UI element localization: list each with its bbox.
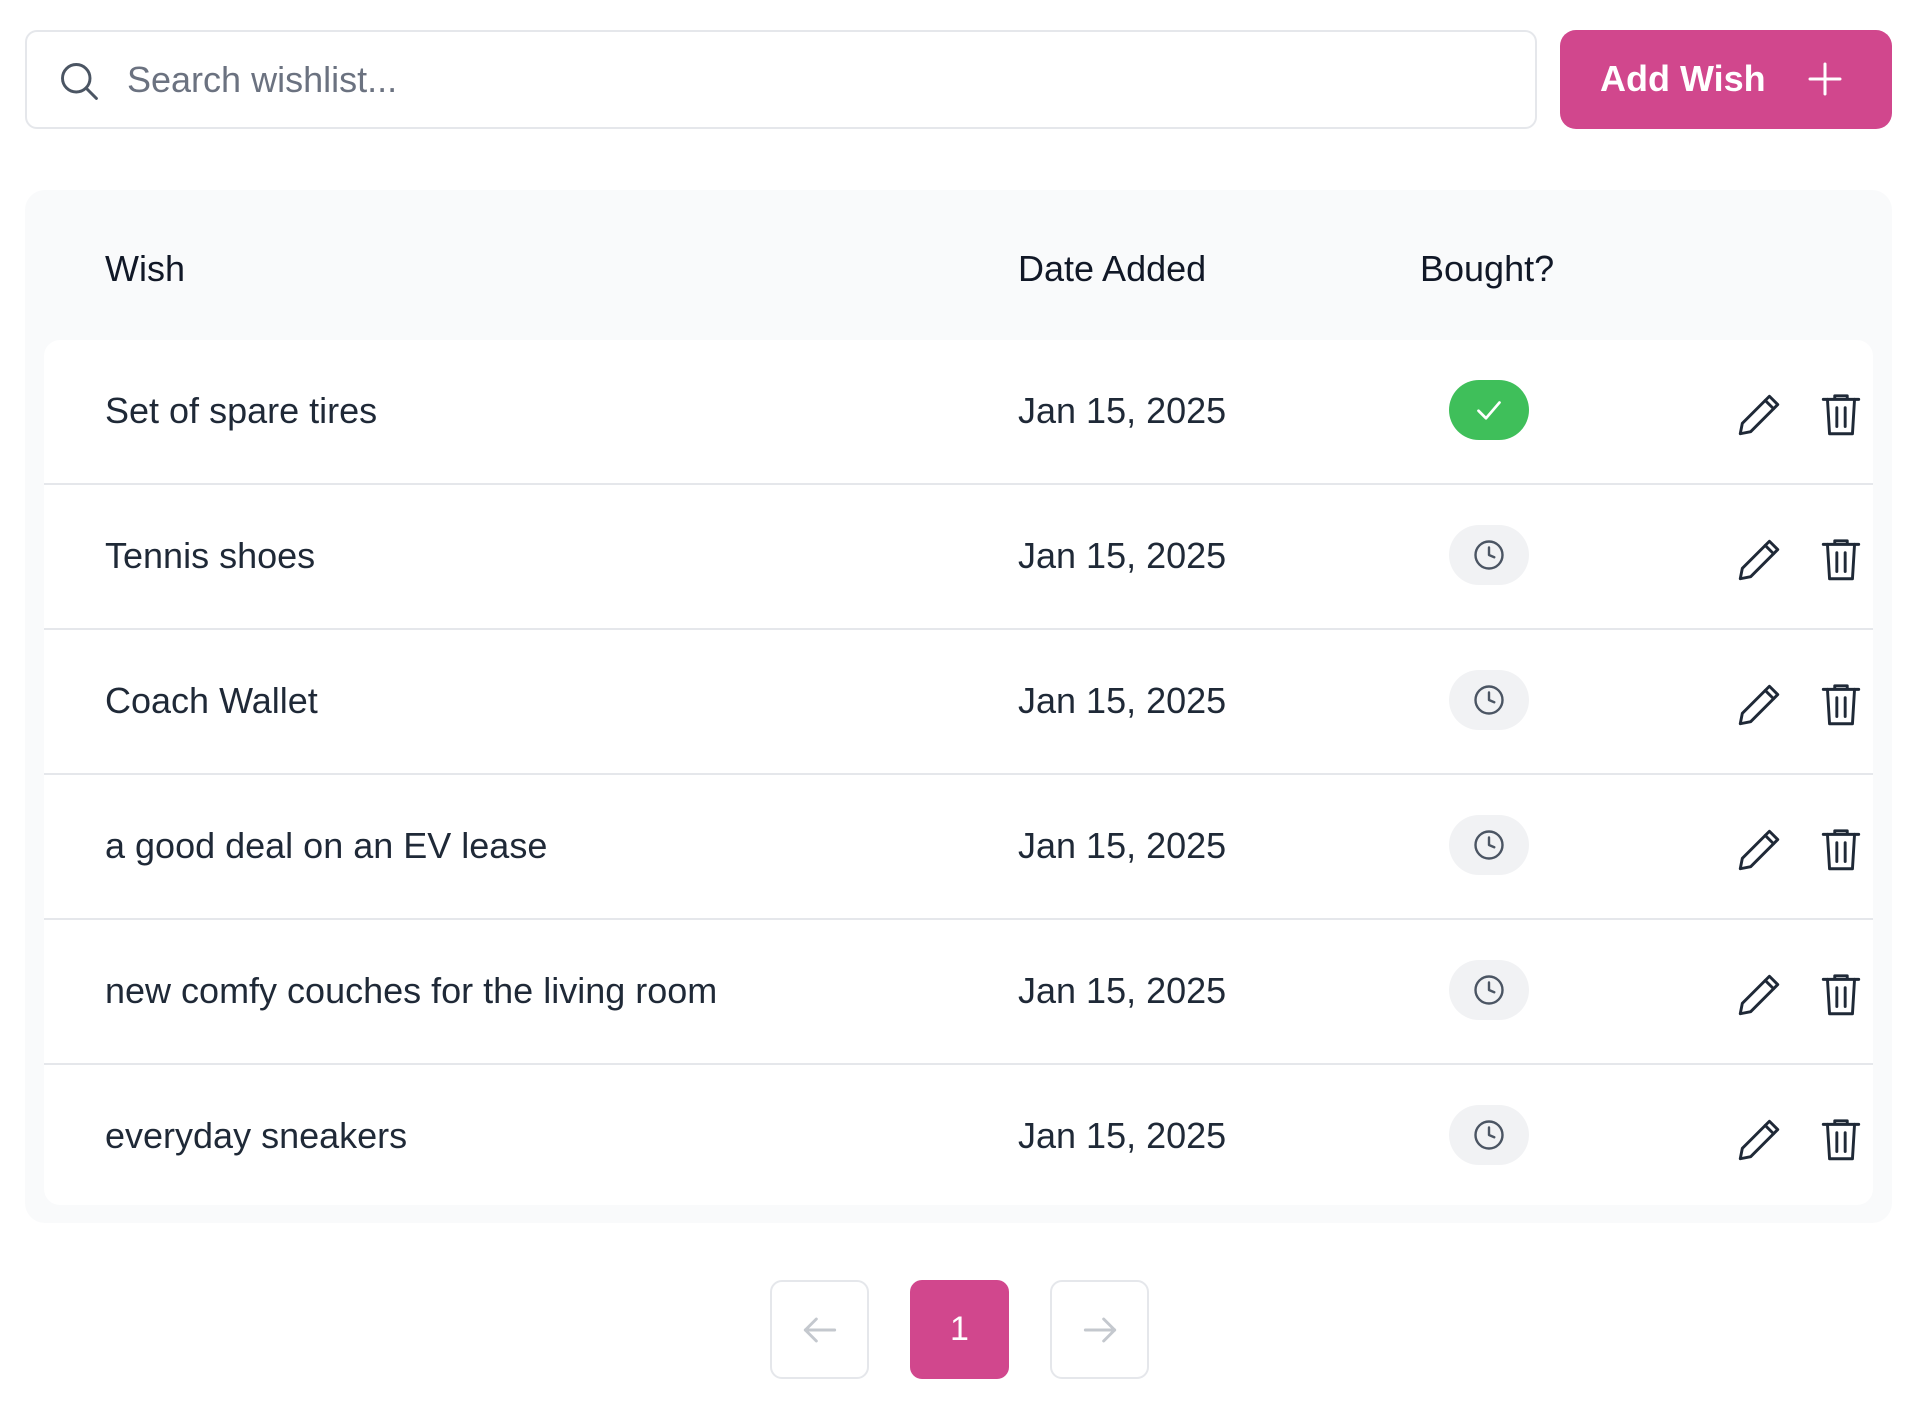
table-row: new comfy couches for the living room Jan… bbox=[44, 920, 1873, 1065]
arrow-right-icon bbox=[1083, 1317, 1116, 1342]
table-row: a good deal on an EV lease Jan 15, 2025 bbox=[44, 775, 1873, 920]
clock-icon bbox=[1474, 685, 1504, 715]
arrow-left-icon bbox=[803, 1317, 836, 1342]
wish-name: Tennis shoes bbox=[105, 535, 316, 576]
trash-icon bbox=[1821, 539, 1861, 581]
pencil-icon bbox=[1738, 539, 1780, 581]
bought-toggle-pending[interactable] bbox=[1449, 525, 1529, 585]
wishlist-app: Add Wish Wish Date Added Bought? Set of … bbox=[0, 0, 1912, 1407]
edit-button[interactable] bbox=[1734, 535, 1784, 585]
table-row: Set of spare tires Jan 15, 2025 bbox=[44, 340, 1873, 485]
delete-button[interactable] bbox=[1816, 680, 1866, 730]
clock-icon bbox=[1474, 1120, 1504, 1150]
clock-icon bbox=[1474, 975, 1504, 1005]
column-header-wish: Wish bbox=[105, 248, 185, 289]
delete-button[interactable] bbox=[1816, 825, 1866, 875]
bought-toggle-pending[interactable] bbox=[1449, 670, 1529, 730]
table-body: Set of spare tires Jan 15, 2025 Tennis sho… bbox=[44, 340, 1873, 1205]
bought-toggle-pending[interactable] bbox=[1449, 815, 1529, 875]
previous-page-button[interactable] bbox=[770, 1280, 869, 1379]
page-button-current[interactable]: 1 bbox=[910, 1280, 1009, 1379]
clock-icon bbox=[1474, 540, 1504, 570]
search-box[interactable] bbox=[25, 30, 1537, 129]
delete-button[interactable] bbox=[1816, 1115, 1866, 1165]
edit-button[interactable] bbox=[1734, 825, 1784, 875]
pencil-icon bbox=[1738, 1119, 1780, 1161]
wish-name: a good deal on an EV lease bbox=[105, 825, 548, 866]
trash-icon bbox=[1821, 974, 1861, 1016]
trash-icon bbox=[1821, 1119, 1861, 1161]
wish-name: everyday sneakers bbox=[105, 1115, 408, 1156]
wish-name: Coach Wallet bbox=[105, 680, 318, 721]
table-header: Wish Date Added Bought? bbox=[25, 190, 1892, 340]
delete-button[interactable] bbox=[1816, 535, 1866, 585]
date-added: Jan 15, 2025 bbox=[1018, 825, 1227, 866]
delete-button[interactable] bbox=[1816, 970, 1866, 1020]
wish-name: new comfy couches for the living room bbox=[105, 970, 718, 1011]
edit-button[interactable] bbox=[1734, 1115, 1784, 1165]
pencil-icon bbox=[1738, 684, 1780, 726]
edit-button[interactable] bbox=[1734, 970, 1784, 1020]
pencil-icon bbox=[1738, 394, 1780, 436]
date-added: Jan 15, 2025 bbox=[1018, 970, 1227, 1011]
add-wish-label: Add Wish bbox=[1600, 58, 1766, 99]
search-icon bbox=[61, 63, 98, 100]
column-header-date-added: Date Added bbox=[1018, 248, 1207, 289]
pencil-icon bbox=[1738, 829, 1780, 871]
bought-toggle-pending[interactable] bbox=[1449, 960, 1529, 1020]
delete-button[interactable] bbox=[1816, 390, 1866, 440]
date-added: Jan 15, 2025 bbox=[1018, 680, 1227, 721]
wishlist-table: Wish Date Added Bought? Set of spare tir… bbox=[25, 190, 1892, 1223]
wish-name: Set of spare tires bbox=[105, 390, 378, 431]
column-header-bought: Bought? bbox=[1420, 248, 1555, 289]
table-row: Coach Wallet Jan 15, 2025 bbox=[44, 630, 1873, 775]
check-icon bbox=[1477, 401, 1501, 420]
date-added: Jan 15, 2025 bbox=[1018, 390, 1227, 431]
clock-icon bbox=[1474, 830, 1504, 860]
trash-icon bbox=[1821, 394, 1861, 436]
pencil-icon bbox=[1738, 974, 1780, 1016]
next-page-button[interactable] bbox=[1050, 1280, 1149, 1379]
bought-toggle-bought[interactable] bbox=[1449, 380, 1529, 440]
date-added: Jan 15, 2025 bbox=[1018, 535, 1227, 576]
table-row: Tennis shoes Jan 15, 2025 bbox=[44, 485, 1873, 630]
edit-button[interactable] bbox=[1734, 680, 1784, 730]
edit-button[interactable] bbox=[1734, 390, 1784, 440]
plus-icon bbox=[1808, 62, 1842, 96]
add-wish-button[interactable]: Add Wish bbox=[1560, 30, 1892, 129]
bought-toggle-pending[interactable] bbox=[1449, 1105, 1529, 1165]
trash-icon bbox=[1821, 829, 1861, 871]
trash-icon bbox=[1821, 684, 1861, 726]
search-input[interactable] bbox=[127, 52, 1507, 108]
date-added: Jan 15, 2025 bbox=[1018, 1115, 1227, 1156]
table-row: everyday sneakers Jan 15, 2025 bbox=[44, 1065, 1873, 1205]
